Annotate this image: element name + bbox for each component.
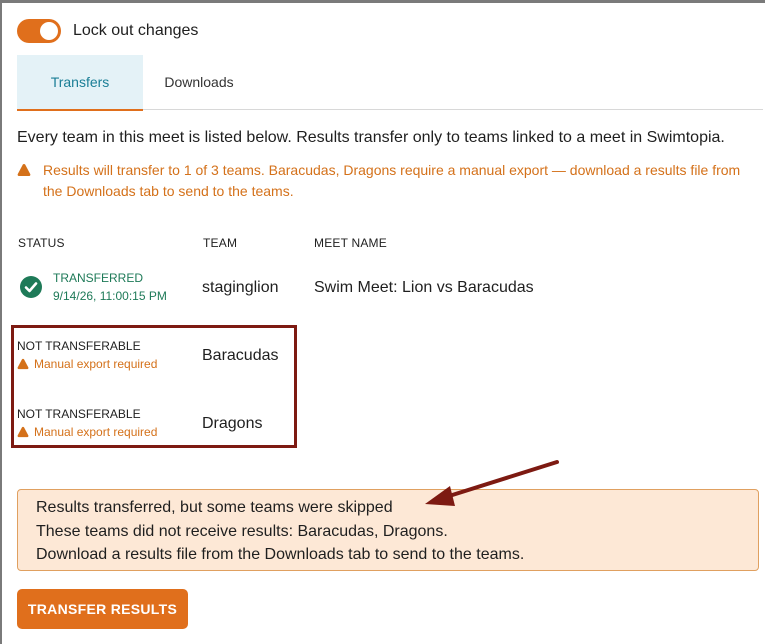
left-divider [0,0,2,644]
transfer-results-button[interactable]: TRANSFER RESULTS [17,589,188,629]
team-name: staginglion [202,279,279,296]
alert-line-3: Download a results file from the Downloa… [36,546,525,563]
alert-line-2: These teams did not receive results: Bar… [36,523,448,540]
column-header-team: TEAM [203,236,238,250]
warning-line-2: the Downloads tab to send to the teams. [43,183,294,199]
tab-bar: Transfers Downloads [17,55,763,111]
warning-line-1: Results will transfer to 1 of 3 teams. B… [43,162,741,178]
warning-message: Results will transfer to 1 of 3 teams. B… [17,160,763,202]
warning-triangle-icon [17,164,31,176]
column-header-status: STATUS [18,236,65,250]
skipped-teams-alert: Results transferred, but some teams were… [17,489,759,571]
lock-out-label: Lock out changes [73,22,199,39]
tab-transfers[interactable]: Transfers [17,55,143,111]
top-divider [0,0,765,3]
transfer-timestamp: 9/14/26, 11:00:15 PM [53,289,167,303]
annotation-highlight-box [11,325,297,448]
meet-name: Swim Meet: Lion vs Baracudas [314,279,534,296]
status-transferred: TRANSFERRED [53,271,144,285]
toggle-knob [40,22,58,40]
lock-out-toggle-row: Lock out changes [17,19,198,43]
lock-out-toggle[interactable] [17,19,61,43]
intro-text: Every team in this meet is listed below.… [17,129,725,146]
column-header-meet-name: MEET NAME [314,236,387,250]
check-circle-icon [20,276,42,298]
alert-title: Results transferred, but some teams were… [36,499,393,516]
tab-downloads[interactable]: Downloads [147,55,251,109]
